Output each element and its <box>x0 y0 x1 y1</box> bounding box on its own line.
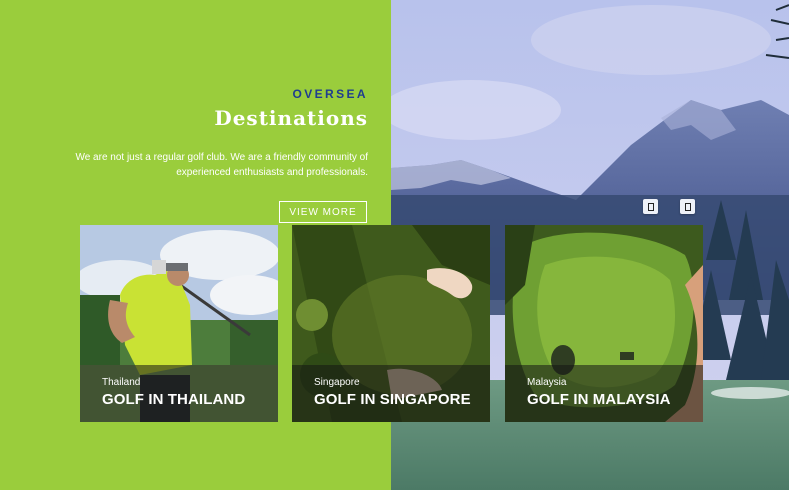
carousel-next-button[interactable] <box>680 199 695 214</box>
chevron-left-icon <box>647 202 654 211</box>
card-country: Malaysia <box>527 377 567 388</box>
section-eyebrow: OVERSEA <box>292 87 368 101</box>
section-title: Destinations <box>214 106 368 130</box>
card-country: Thailand <box>102 377 141 388</box>
chevron-right-icon <box>684 202 691 211</box>
card-country: Singapore <box>314 377 360 388</box>
card-title: GOLF IN SINGAPORE <box>314 391 471 408</box>
destination-card-singapore[interactable]: Singapore GOLF IN SINGAPORE <box>292 225 490 422</box>
section-description: We are not just a regular golf club. We … <box>75 152 368 178</box>
carousel-prev-button[interactable] <box>643 199 658 214</box>
card-title: GOLF IN MALAYSIA <box>527 391 671 408</box>
view-more-button[interactable]: VIEW MORE <box>279 201 367 223</box>
card-title: GOLF IN THAILAND <box>102 391 246 408</box>
destination-card-thailand[interactable]: Thailand GOLF IN THAILAND <box>80 225 278 422</box>
destination-card-malaysia[interactable]: Malaysia GOLF IN MALAYSIA <box>505 225 703 422</box>
